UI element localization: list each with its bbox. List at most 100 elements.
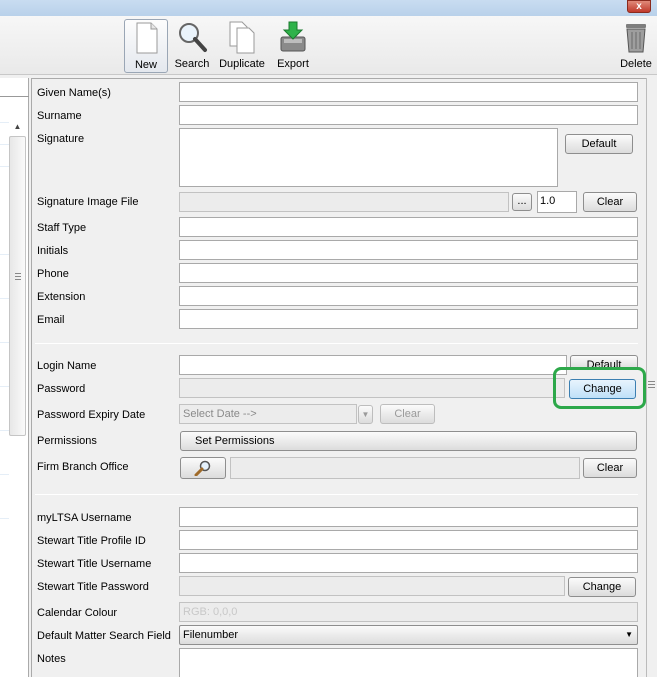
- section-divider: [35, 494, 638, 495]
- export-label: Export: [277, 58, 309, 70]
- new-label: New: [134, 59, 157, 71]
- list-row: [0, 254, 9, 255]
- highlight-annotation: [553, 367, 646, 409]
- search-button[interactable]: Search: [172, 19, 212, 73]
- list-row: [0, 518, 9, 519]
- list-row: [0, 474, 9, 475]
- staff-type-label: Staff Type: [37, 222, 87, 234]
- export-icon: [275, 19, 311, 55]
- duplicate-label: Duplicate: [219, 58, 265, 70]
- signature-default-button[interactable]: Default: [565, 134, 633, 154]
- title-bar: x: [0, 0, 657, 16]
- surname-input[interactable]: [179, 105, 638, 125]
- notes-label: Notes: [37, 653, 66, 665]
- permissions-label: Permissions: [37, 435, 97, 447]
- given-names-input[interactable]: [179, 82, 638, 102]
- given-names-label: Given Name(s): [37, 87, 111, 99]
- stewart-password-field: [179, 576, 565, 596]
- grip-line: [15, 273, 21, 274]
- chevron-down-icon: ▼: [361, 410, 370, 419]
- password-label: Password: [37, 383, 86, 395]
- myltsa-username-label: myLTSA Username: [37, 512, 132, 524]
- branch-clear-button[interactable]: Clear: [583, 458, 637, 478]
- stewart-profile-id-input[interactable]: [179, 530, 638, 550]
- notes-textarea[interactable]: [179, 648, 638, 677]
- grip-line: [15, 276, 21, 277]
- calendar-colour-field[interactable]: RGB: 0,0,0: [179, 602, 638, 622]
- stewart-username-input[interactable]: [179, 553, 638, 573]
- extension-input[interactable]: [179, 286, 638, 306]
- list-row: [0, 386, 9, 387]
- list-row: [0, 144, 9, 145]
- new-button[interactable]: New: [124, 19, 168, 73]
- list-row: [0, 342, 9, 343]
- delete-button[interactable]: Delete: [617, 19, 655, 73]
- chevron-down-icon: ▼: [625, 630, 633, 639]
- branch-office-field: [230, 457, 580, 479]
- default-matter-search-field-label: Default Matter Search Field: [37, 630, 171, 642]
- default-matter-search-select[interactable]: Filenumber ▼: [179, 625, 638, 645]
- initials-label: Initials: [37, 245, 69, 257]
- trash-icon: [618, 19, 654, 55]
- extension-label: Extension: [37, 291, 86, 303]
- magnifier-icon: [194, 460, 212, 479]
- expiry-placeholder: Select Date -->: [183, 408, 257, 420]
- magnifier-icon: [174, 19, 210, 55]
- branch-search-button[interactable]: [180, 457, 226, 479]
- stewart-username-label: Stewart Title Username: [37, 558, 152, 570]
- list-row: [0, 166, 9, 167]
- new-document-icon: [128, 20, 164, 56]
- stewart-change-button[interactable]: Change: [568, 577, 636, 597]
- signature-image-path-field: [179, 192, 509, 212]
- form-scrollbar-edge[interactable]: [646, 78, 657, 677]
- duplicate-icon: [224, 19, 260, 55]
- password-expiry-date-field[interactable]: Select Date -->: [179, 404, 357, 424]
- grip-line: [648, 384, 655, 385]
- expiry-clear-button[interactable]: Clear: [380, 404, 435, 424]
- signature-label: Signature: [37, 133, 85, 145]
- list-row: [0, 430, 9, 431]
- email-input[interactable]: [179, 309, 638, 329]
- set-permissions-button[interactable]: Set Permissions: [180, 431, 637, 451]
- duplicate-button[interactable]: Duplicate: [217, 19, 267, 73]
- signature-scale-value: 1.0: [540, 195, 556, 207]
- default-matter-value: Filenumber: [183, 629, 239, 641]
- list-row: [0, 122, 9, 123]
- grip-line: [15, 279, 21, 280]
- login-name-input[interactable]: [179, 355, 567, 375]
- toolbar: New Search Duplicate Export Delete: [0, 16, 657, 75]
- staff-type-input[interactable]: [179, 217, 638, 237]
- list-row: [0, 298, 9, 299]
- calendar-colour-value: RGB: 0,0,0: [183, 606, 238, 618]
- email-label: Email: [37, 314, 65, 326]
- scroll-up-arrow[interactable]: ▲: [9, 122, 26, 134]
- grip-line: [648, 381, 655, 382]
- signature-textarea[interactable]: [179, 128, 558, 187]
- browse-button[interactable]: ...: [512, 193, 532, 211]
- delete-label: Delete: [620, 58, 652, 70]
- signature-scale-input[interactable]: 1.0: [537, 191, 577, 213]
- staff-list-panel[interactable]: ▲: [0, 78, 29, 677]
- list-scrollbar-thumb[interactable]: [9, 136, 26, 436]
- calendar-colour-label: Calendar Colour: [37, 607, 118, 619]
- export-button[interactable]: Export: [274, 19, 312, 73]
- initials-input[interactable]: [179, 240, 638, 260]
- grip-line: [648, 387, 655, 388]
- myltsa-username-input[interactable]: [179, 507, 638, 527]
- password-field: [179, 378, 565, 398]
- surname-label: Surname: [37, 110, 82, 122]
- signature-clear-button[interactable]: Clear: [583, 192, 637, 212]
- stewart-profile-id-label: Stewart Title Profile ID: [37, 535, 146, 547]
- signature-image-file-label: Signature Image File: [37, 196, 139, 208]
- close-window-button[interactable]: x: [627, 0, 651, 13]
- firm-branch-office-label: Firm Branch Office: [37, 461, 129, 473]
- expiry-dropdown-button[interactable]: ▼: [358, 405, 373, 424]
- login-name-label: Login Name: [37, 360, 97, 372]
- phone-input[interactable]: [179, 263, 638, 283]
- search-label: Search: [174, 58, 210, 70]
- section-divider: [35, 343, 638, 344]
- phone-label: Phone: [37, 268, 69, 280]
- stewart-password-label: Stewart Title Password: [37, 581, 149, 593]
- password-expiry-date-label: Password Expiry Date: [37, 409, 146, 421]
- list-header-divider: [0, 96, 29, 97]
